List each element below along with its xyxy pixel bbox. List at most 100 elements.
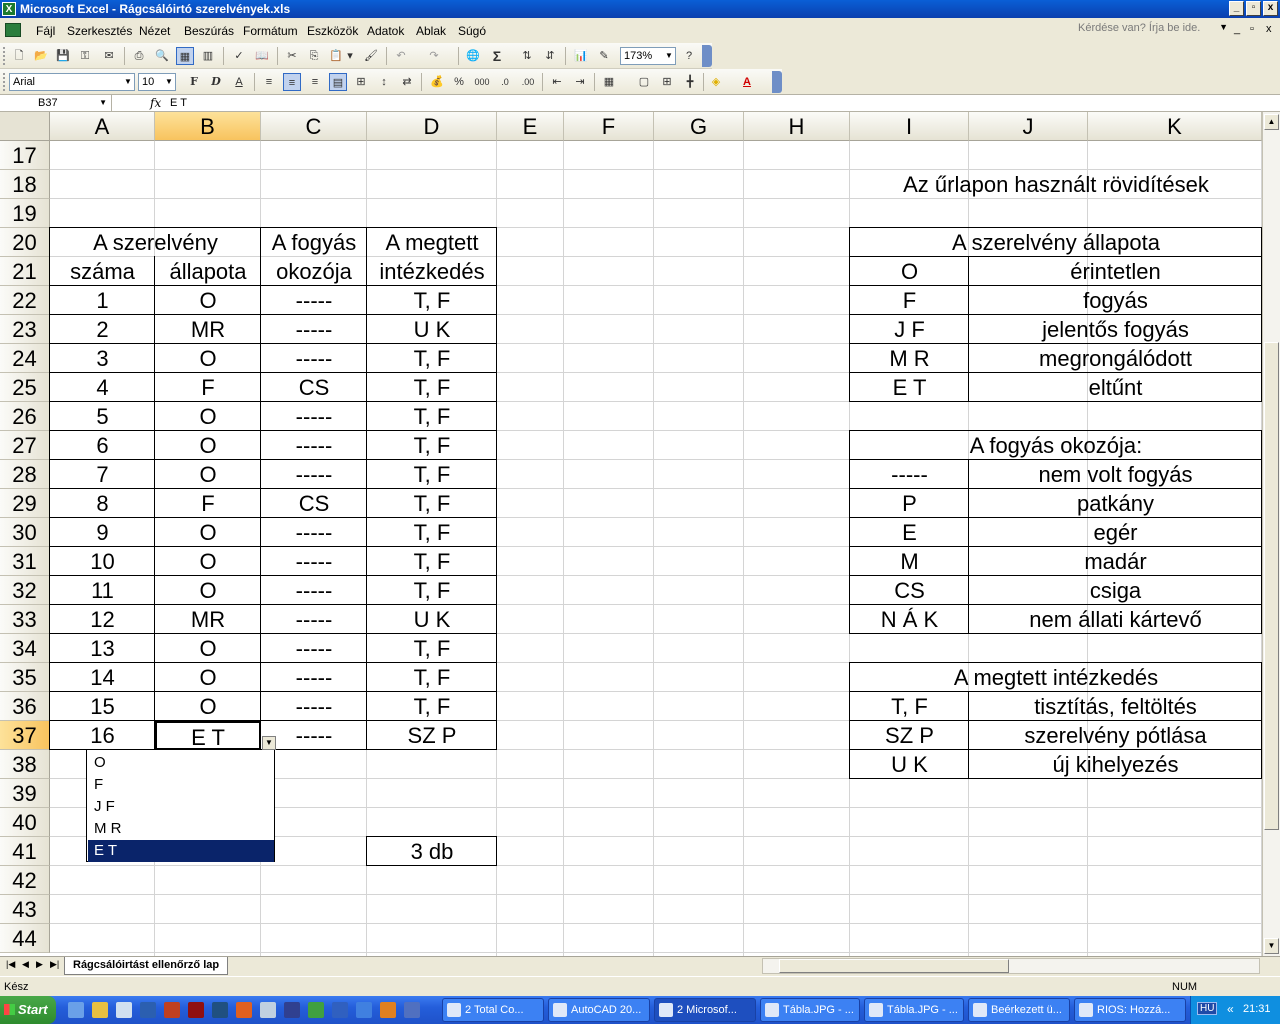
- language-indicator[interactable]: HU: [1197, 1002, 1218, 1015]
- dropdown-option[interactable]: F: [88, 774, 274, 796]
- row-header-30[interactable]: 30: [0, 518, 50, 547]
- row-header-24[interactable]: 24: [0, 344, 50, 373]
- task-rios[interactable]: RIOS: Hozzá...: [1074, 998, 1186, 1022]
- legend-code[interactable]: -----: [850, 460, 969, 489]
- prev-sheet-icon[interactable]: ◀: [22, 959, 29, 970]
- column-header-j[interactable]: J: [969, 112, 1088, 141]
- cell-state[interactable]: O: [155, 547, 261, 576]
- legend-code[interactable]: SZ P: [850, 721, 969, 750]
- cell-cause[interactable]: CS: [261, 489, 367, 518]
- menu-window[interactable]: Ablak: [416, 24, 446, 38]
- task-tabla-1[interactable]: Tábla.JPG - ...: [760, 998, 860, 1022]
- task-mail[interactable]: Beérkezett ü...: [968, 998, 1070, 1022]
- row-header-27[interactable]: 27: [0, 431, 50, 460]
- quicklaunch-icon[interactable]: [284, 1002, 300, 1018]
- cell-cause[interactable]: -----: [261, 634, 367, 663]
- legend-meaning[interactable]: nem volt fogyás: [969, 460, 1262, 489]
- column-header-c[interactable]: C: [261, 112, 367, 141]
- vertical-scrollbar[interactable]: ▲ ▼: [1262, 112, 1280, 956]
- chevron-down-icon[interactable]: ▼: [163, 74, 175, 90]
- workbook-icon[interactable]: [5, 23, 21, 37]
- row-header-17[interactable]: 17: [0, 141, 50, 170]
- last-sheet-icon[interactable]: ▶|: [50, 959, 59, 970]
- legend-meaning[interactable]: szerelvény pótlása: [969, 721, 1262, 750]
- column-header-d[interactable]: D: [367, 112, 497, 141]
- cell-action[interactable]: T, F: [367, 373, 497, 402]
- row-header-42[interactable]: 42: [0, 866, 50, 895]
- scroll-up-icon[interactable]: ▲: [1264, 114, 1279, 130]
- cell-action[interactable]: T, F: [367, 518, 497, 547]
- legend-code[interactable]: M R: [850, 344, 969, 373]
- quicklaunch-icon[interactable]: [404, 1002, 420, 1018]
- header-intezkedes[interactable]: intézkedés: [367, 257, 497, 286]
- text-direction-icon[interactable]: ⇄: [398, 73, 416, 91]
- cell-cause[interactable]: -----: [261, 721, 367, 750]
- toolbar-options[interactable]: [702, 45, 712, 67]
- quicklaunch-icon[interactable]: [116, 1002, 132, 1018]
- header-allapota[interactable]: állapota: [155, 257, 261, 286]
- menu-data[interactable]: Adatok: [367, 24, 404, 38]
- cell-state[interactable]: O: [155, 286, 261, 315]
- cell-action[interactable]: T, F: [367, 344, 497, 373]
- hyperlink-icon[interactable]: 🌐: [464, 47, 482, 65]
- cell-number[interactable]: 10: [50, 547, 155, 576]
- row-header-19[interactable]: 19: [0, 199, 50, 228]
- row-header-29[interactable]: 29: [0, 489, 50, 518]
- currency-icon[interactable]: 💰: [428, 73, 446, 91]
- row-header-33[interactable]: 33: [0, 605, 50, 634]
- ask-question-box[interactable]: Kérdése van? Írja be ide. ▼: [1078, 22, 1228, 39]
- row-header-28[interactable]: 28: [0, 460, 50, 489]
- cell-state[interactable]: O: [155, 402, 261, 431]
- column-header-b[interactable]: B: [155, 112, 261, 141]
- legend-code[interactable]: U K: [850, 750, 969, 779]
- research-icon[interactable]: 📖: [253, 47, 271, 65]
- menu-view[interactable]: Nézet: [139, 24, 170, 38]
- row-header-44[interactable]: 44: [0, 924, 50, 953]
- cell-number[interactable]: 4: [50, 373, 155, 402]
- cell-cause[interactable]: -----: [261, 431, 367, 460]
- cell-cause[interactable]: CS: [261, 373, 367, 402]
- tray-expand-icon[interactable]: «: [1227, 1002, 1234, 1016]
- quicklaunch-icon[interactable]: [164, 1002, 180, 1018]
- legend-meaning[interactable]: patkány: [969, 489, 1262, 518]
- cell-number[interactable]: 15: [50, 692, 155, 721]
- decrease-decimal-icon[interactable]: .00: [519, 73, 537, 91]
- cell-action[interactable]: T, F: [367, 547, 497, 576]
- legend-meaning[interactable]: jelentős fogyás: [969, 315, 1262, 344]
- cell-state[interactable]: O: [155, 460, 261, 489]
- chevron-down-icon[interactable]: ▼: [663, 48, 675, 64]
- legend-meaning[interactable]: eltűnt: [969, 373, 1262, 402]
- cell-cause[interactable]: -----: [261, 460, 367, 489]
- border-all-icon[interactable]: ⊞: [658, 73, 676, 91]
- quicklaunch-icon[interactable]: [92, 1002, 108, 1018]
- quicklaunch-icon[interactable]: [308, 1002, 324, 1018]
- doc-minimize-button[interactable]: _: [1234, 23, 1240, 35]
- redo-icon[interactable]: ↷: [425, 47, 443, 65]
- cell-state[interactable]: O: [155, 344, 261, 373]
- row-header-21[interactable]: 21: [0, 257, 50, 286]
- dropdown-arrow-icon[interactable]: ▼: [262, 736, 276, 750]
- legend-action-title[interactable]: A megtett intézkedés: [850, 663, 1262, 692]
- legend-meaning[interactable]: nem állati kártevő: [969, 605, 1262, 634]
- sheet-tab[interactable]: Rágcsálóirtást ellenőrző lap: [64, 957, 229, 975]
- save-icon[interactable]: 💾: [54, 47, 72, 65]
- first-sheet-icon[interactable]: |◀: [6, 959, 15, 970]
- drawing-icon[interactable]: ✎: [595, 47, 613, 65]
- percent-button[interactable]: %: [450, 73, 468, 91]
- borders-icon[interactable]: ▦: [600, 73, 618, 91]
- format-painter-icon[interactable]: 🖌: [362, 47, 380, 65]
- cell-action[interactable]: T, F: [367, 431, 497, 460]
- cell-state[interactable]: MR: [155, 605, 261, 634]
- row-header-34[interactable]: 34: [0, 634, 50, 663]
- legend-code[interactable]: J F: [850, 315, 969, 344]
- legend-title[interactable]: Az űrlapon használt rövidítések: [850, 170, 1262, 199]
- legend-meaning[interactable]: tisztítás, feltöltés: [969, 692, 1262, 721]
- cell-action[interactable]: T, F: [367, 634, 497, 663]
- cell-cause[interactable]: -----: [261, 315, 367, 344]
- cell-state[interactable]: O: [155, 576, 261, 605]
- legend-meaning[interactable]: érintetlen: [969, 257, 1262, 286]
- cell-number[interactable]: 8: [50, 489, 155, 518]
- cell-number[interactable]: 5: [50, 402, 155, 431]
- formula-input[interactable]: E T: [170, 95, 187, 111]
- cell-number[interactable]: 6: [50, 431, 155, 460]
